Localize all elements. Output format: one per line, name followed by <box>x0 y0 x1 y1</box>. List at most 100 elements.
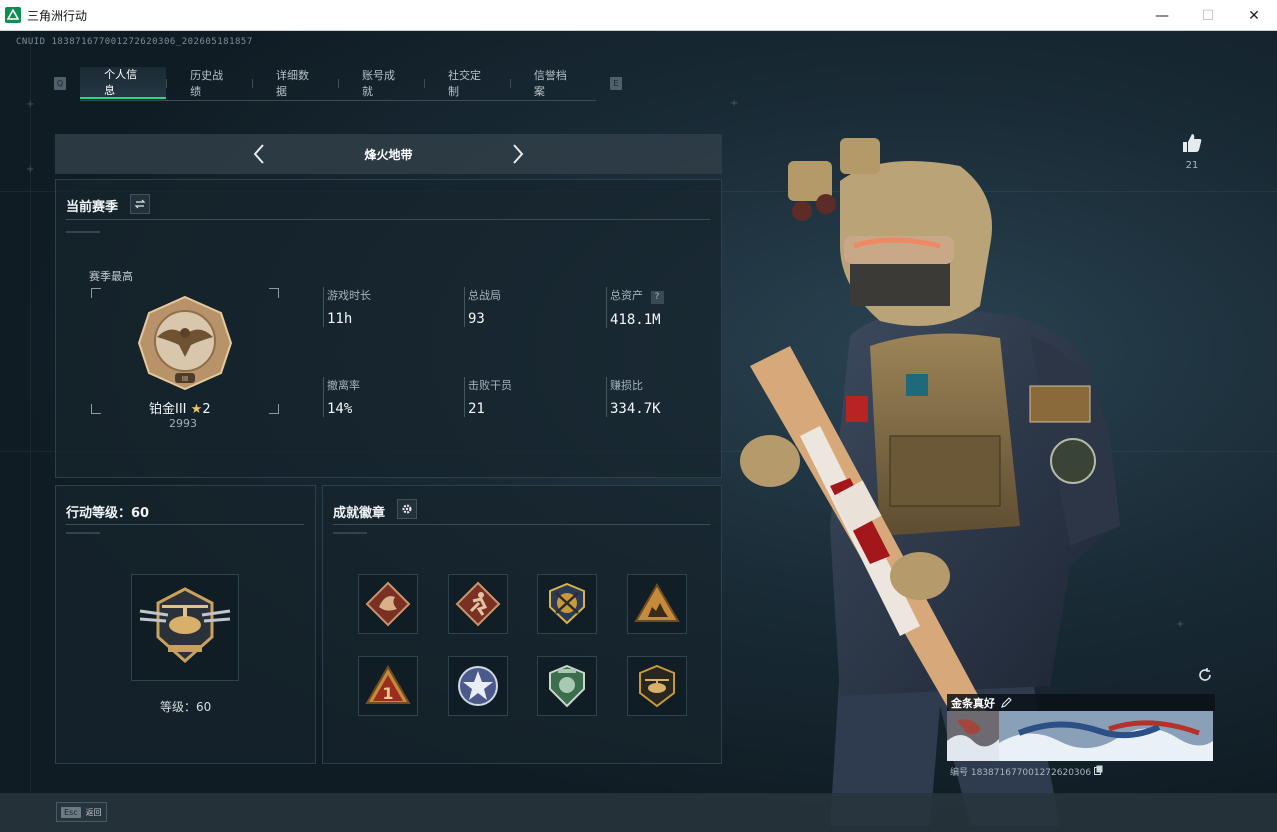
dragon-banner-image <box>999 711 1213 761</box>
stat-label: 游戏时长 <box>327 289 371 302</box>
close-button[interactable]: ✕ <box>1231 0 1277 31</box>
tab-detailed-data[interactable]: 详细数据 <box>252 67 338 99</box>
svg-text:1: 1 <box>382 684 393 703</box>
badge-slot[interactable] <box>448 574 508 634</box>
switch-season-button[interactable] <box>130 194 150 214</box>
svg-text:III: III <box>182 375 188 383</box>
bottom-bar <box>0 793 1277 832</box>
name-card-header: 金条真好 <box>947 694 1215 711</box>
runner-badge-icon <box>455 581 501 627</box>
dragon-avatar-image <box>947 711 999 761</box>
thumbs-up-icon[interactable] <box>1181 132 1203 154</box>
bg-plus-mark: + <box>26 99 35 110</box>
next-tab-key-hint[interactable]: E <box>609 76 622 90</box>
bg-plus-mark: + <box>26 164 35 175</box>
minimize-button[interactable]: — <box>1139 0 1185 31</box>
likes-count: 21 <box>1185 160 1199 171</box>
shield-badge-icon <box>549 664 585 708</box>
chevron-right-icon[interactable] <box>505 142 529 166</box>
star-badge-icon <box>458 666 498 706</box>
app-logo-icon <box>5 7 21 23</box>
badge-slot[interactable] <box>537 574 597 634</box>
frame-corner <box>269 288 279 298</box>
stat-profit-loss: 赚损比 334.7K <box>606 377 661 417</box>
triangle-squad-badge-icon <box>634 583 680 622</box>
maximize-button[interactable]: ☐ <box>1185 0 1231 31</box>
divider <box>66 532 100 534</box>
chevron-left-icon[interactable] <box>248 142 272 166</box>
tab-personal-info[interactable]: 个人信息 <box>80 66 167 99</box>
rank-stars: 2 <box>202 402 211 417</box>
window-titlebar: 三角洲行动 — ☐ ✕ <box>0 0 1277 31</box>
rank-score: 2993 <box>169 417 197 430</box>
likes-widget[interactable]: 21 <box>1178 132 1206 171</box>
stat-total-matches: 总战局 93 <box>464 287 501 327</box>
tab-achievements[interactable]: 账号成就 <box>338 67 424 99</box>
divider <box>66 219 710 220</box>
stat-value: 93 <box>468 311 485 327</box>
back-button[interactable]: Esc 返回 <box>56 802 107 822</box>
stat-value: 14% <box>327 401 353 417</box>
stat-play-time: 游戏时长 11h <box>323 287 371 327</box>
stat-operators-defeated: 击败干员 21 <box>464 377 512 417</box>
tab-social-custom[interactable]: 社交定制 <box>423 67 510 99</box>
stat-value: 21 <box>468 401 485 417</box>
refresh-icon[interactable] <box>1197 667 1213 683</box>
badge-slot[interactable] <box>537 656 597 716</box>
crossed-guns-badge-icon <box>549 582 585 625</box>
badge-settings-button[interactable] <box>397 499 417 519</box>
gear-icon <box>402 504 412 514</box>
stat-label: 总战局 <box>468 289 501 302</box>
edit-pencil-icon[interactable] <box>1001 697 1012 708</box>
badge-slot[interactable] <box>358 574 418 634</box>
tab-list: 个人信息 历史战绩 详细数据 账号成就 社交定制 信誉档案 <box>80 66 596 101</box>
stat-value: 334.7K <box>610 401 661 417</box>
tab-bar: Q 个人信息 历史战绩 详细数据 账号成就 社交定制 信誉档案 E <box>54 66 622 101</box>
player-id: 编号 18387167700127262​0306 <box>950 765 1103 778</box>
bg-plus-mark: + <box>1176 619 1185 630</box>
window-title: 三角洲行动 <box>27 8 88 23</box>
name-card-banner[interactable] <box>947 711 1215 761</box>
helicopter-level-emblem-icon <box>139 587 231 664</box>
frame-corner <box>91 288 101 298</box>
season-best-label: 赛季最高 <box>89 270 133 283</box>
rank-frame: III <box>91 288 279 414</box>
stat-label: 赚损比 <box>610 379 643 392</box>
level-title: 行动等级：60 <box>66 506 150 521</box>
tab-match-history[interactable]: 历史战绩 <box>166 67 252 99</box>
copy-icon[interactable] <box>1093 765 1103 775</box>
divider <box>333 524 710 525</box>
frame-corner <box>269 404 279 414</box>
user-uid: CNUID 18387167700127262​0306_20260518185… <box>16 37 253 47</box>
main-stage: + + + + CNUID 18387167700127262​0306_202… <box>0 31 1277 832</box>
divider <box>66 231 100 233</box>
number-one-badge-icon: 1 <box>365 665 411 704</box>
stat-total-assets: 总资产 ? 418.1M <box>606 287 664 328</box>
prev-tab-key-hint[interactable]: Q <box>54 76 67 90</box>
badge-slot[interactable] <box>627 574 687 634</box>
divider <box>333 532 367 534</box>
help-icon[interactable]: ? <box>650 291 664 304</box>
badge-slot[interactable] <box>448 656 508 716</box>
season-title: 当前赛季 <box>66 200 119 215</box>
platinum-rank-emblem-icon: III <box>137 295 233 391</box>
stat-label: 撤离率 <box>327 379 360 392</box>
stat-label: 总资产 ? <box>610 287 664 304</box>
rank-name: 铂金III ★2 <box>149 398 211 417</box>
player-id-text: 编号 18387167700127262​0306 <box>950 768 1092 778</box>
mode-label: 烽火地带 <box>364 147 413 162</box>
tab-credit-record[interactable]: 信誉档案 <box>509 67 596 99</box>
dragon-badge-icon <box>365 581 411 627</box>
stat-extract-rate: 撤离率 14% <box>323 377 360 417</box>
divider <box>66 524 304 525</box>
player-name: 金条真好 <box>951 696 995 710</box>
rank-tier: 铂金III <box>149 402 187 417</box>
stat-value: 418.1M <box>610 312 661 328</box>
stat-label: 击败干员 <box>468 379 512 392</box>
swap-icon <box>134 199 146 209</box>
badge-slot[interactable] <box>627 656 687 716</box>
badge-slot[interactable]: 1 <box>358 656 418 716</box>
level-label: 等级：60 <box>160 700 212 714</box>
back-label: 返回 <box>85 807 102 817</box>
helicopter-badge-icon <box>639 664 675 708</box>
